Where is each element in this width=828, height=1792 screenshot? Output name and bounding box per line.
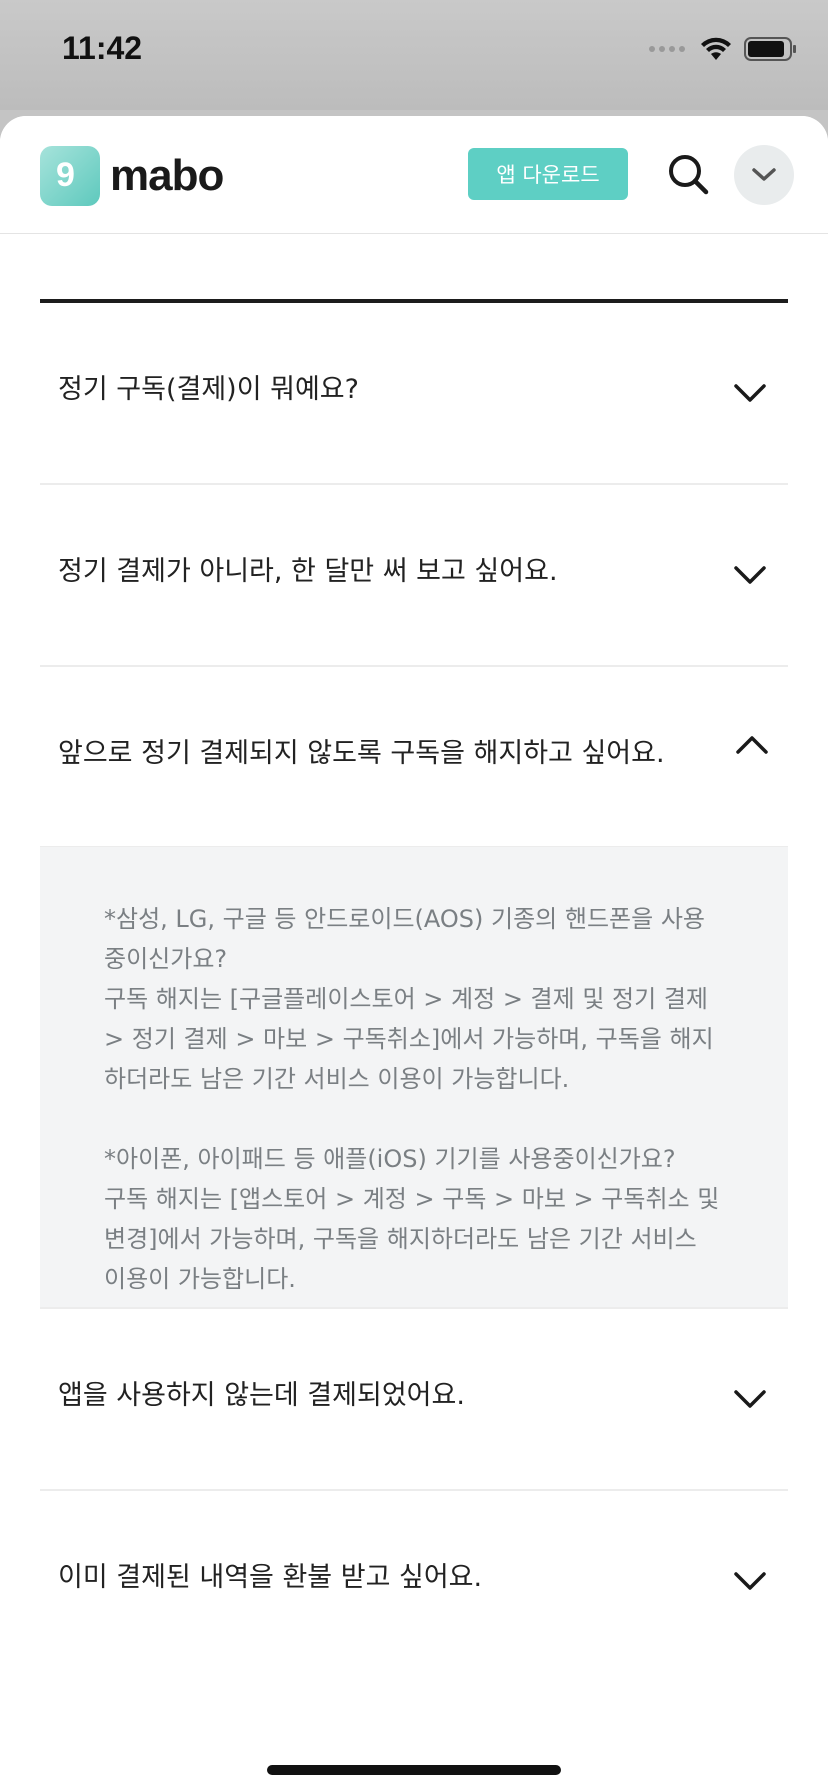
faq-item[interactable]: 앱을 사용하지 않는데 결제되었어요. (40, 1309, 788, 1491)
wifi-icon (701, 37, 731, 60)
status-bar: 11:42 (0, 0, 828, 110)
faq-question: 정기 구독(결제)이 뭐예요? (58, 374, 359, 405)
chevron-down-icon (734, 566, 766, 584)
menu-toggle-button[interactable] (734, 145, 794, 205)
app-download-button[interactable]: 앱 다운로드 (468, 148, 628, 200)
page-sheet: 9 mabo 앱 다운로드 정기 구독(결제)이 뭐예요? 정기 결제가 아니라… (0, 116, 828, 1792)
faq-item-expanded[interactable]: 앞으로 정기 결제되지 않도록 구독을 해지하고 싶어요. (40, 667, 788, 847)
faq-item[interactable]: 정기 구독(결제)이 뭐예요? (40, 303, 788, 485)
chevron-down-icon (734, 1390, 766, 1408)
header: 9 mabo 앱 다운로드 (0, 116, 828, 234)
search-icon[interactable] (666, 152, 710, 196)
signal-icon (649, 46, 685, 52)
logo-text: mabo (110, 151, 224, 200)
chevron-down-icon (752, 168, 776, 181)
home-indicator (267, 1765, 561, 1775)
chevron-down-icon (734, 384, 766, 402)
faq-question: 앞으로 정기 결제되지 않도록 구독을 해지하고 싶어요. (58, 738, 665, 769)
battery-icon (744, 37, 796, 61)
faq-item[interactable]: 정기 결제가 아니라, 한 달만 써 보고 싶어요. (40, 485, 788, 667)
status-time: 11:42 (62, 30, 143, 66)
faq-question: 정기 결제가 아니라, 한 달만 써 보고 싶어요. (58, 556, 558, 587)
chevron-down-icon (734, 1572, 766, 1590)
faq-answer-panel: *삼성, LG, 구글 등 안드로이드(AOS) 기종의 핸드폰을 사용중이신가… (40, 847, 788, 1309)
faq-question: 이미 결제된 내역을 환불 받고 싶어요. (58, 1562, 483, 1593)
faq-question: 앱을 사용하지 않는데 결제되었어요. (58, 1380, 465, 1411)
chevron-up-icon (736, 736, 768, 754)
faq-item[interactable]: 이미 결제된 내역을 환불 받고 싶어요. (40, 1491, 788, 1673)
faq-answer-ios: *아이폰, 아이패드 등 애플(iOS) 기기를 사용중이신가요? 구독 해지는… (104, 1145, 720, 1293)
faq-answer-aos: *삼성, LG, 구글 등 안드로이드(AOS) 기종의 핸드폰을 사용중이신가… (104, 905, 714, 1093)
status-icons (648, 36, 798, 62)
logo-mark: 9 (40, 146, 100, 206)
logo[interactable]: 9 mabo (40, 146, 224, 206)
